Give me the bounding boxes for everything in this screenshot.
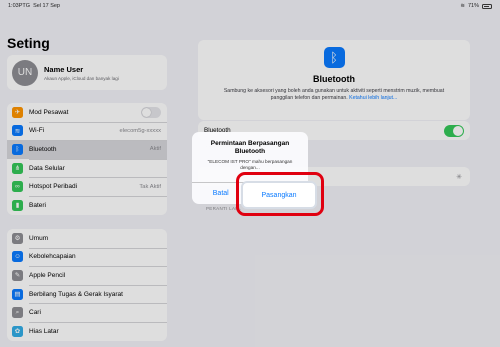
status-date: Sel 17 Sep [33,3,60,9]
battery-icon [482,3,492,9]
alert-title: Permintaan Berpasangan Bluetooth [210,140,290,156]
highlight-ring [236,172,324,216]
battery-percent: 71% [467,3,479,9]
alert-message: "ELECOM IST PRO" mahu berpasangan dengan… [207,159,293,171]
status-right: ≋ 71% [460,3,492,9]
status-left: 1:03PTG Sel 17 Sep [8,3,60,9]
status-time: 1:03PTG [8,3,31,9]
wifi-status-icon: ≋ [460,3,465,9]
status-bar: 1:03PTG Sel 17 Sep ≋ 71% [0,0,500,12]
